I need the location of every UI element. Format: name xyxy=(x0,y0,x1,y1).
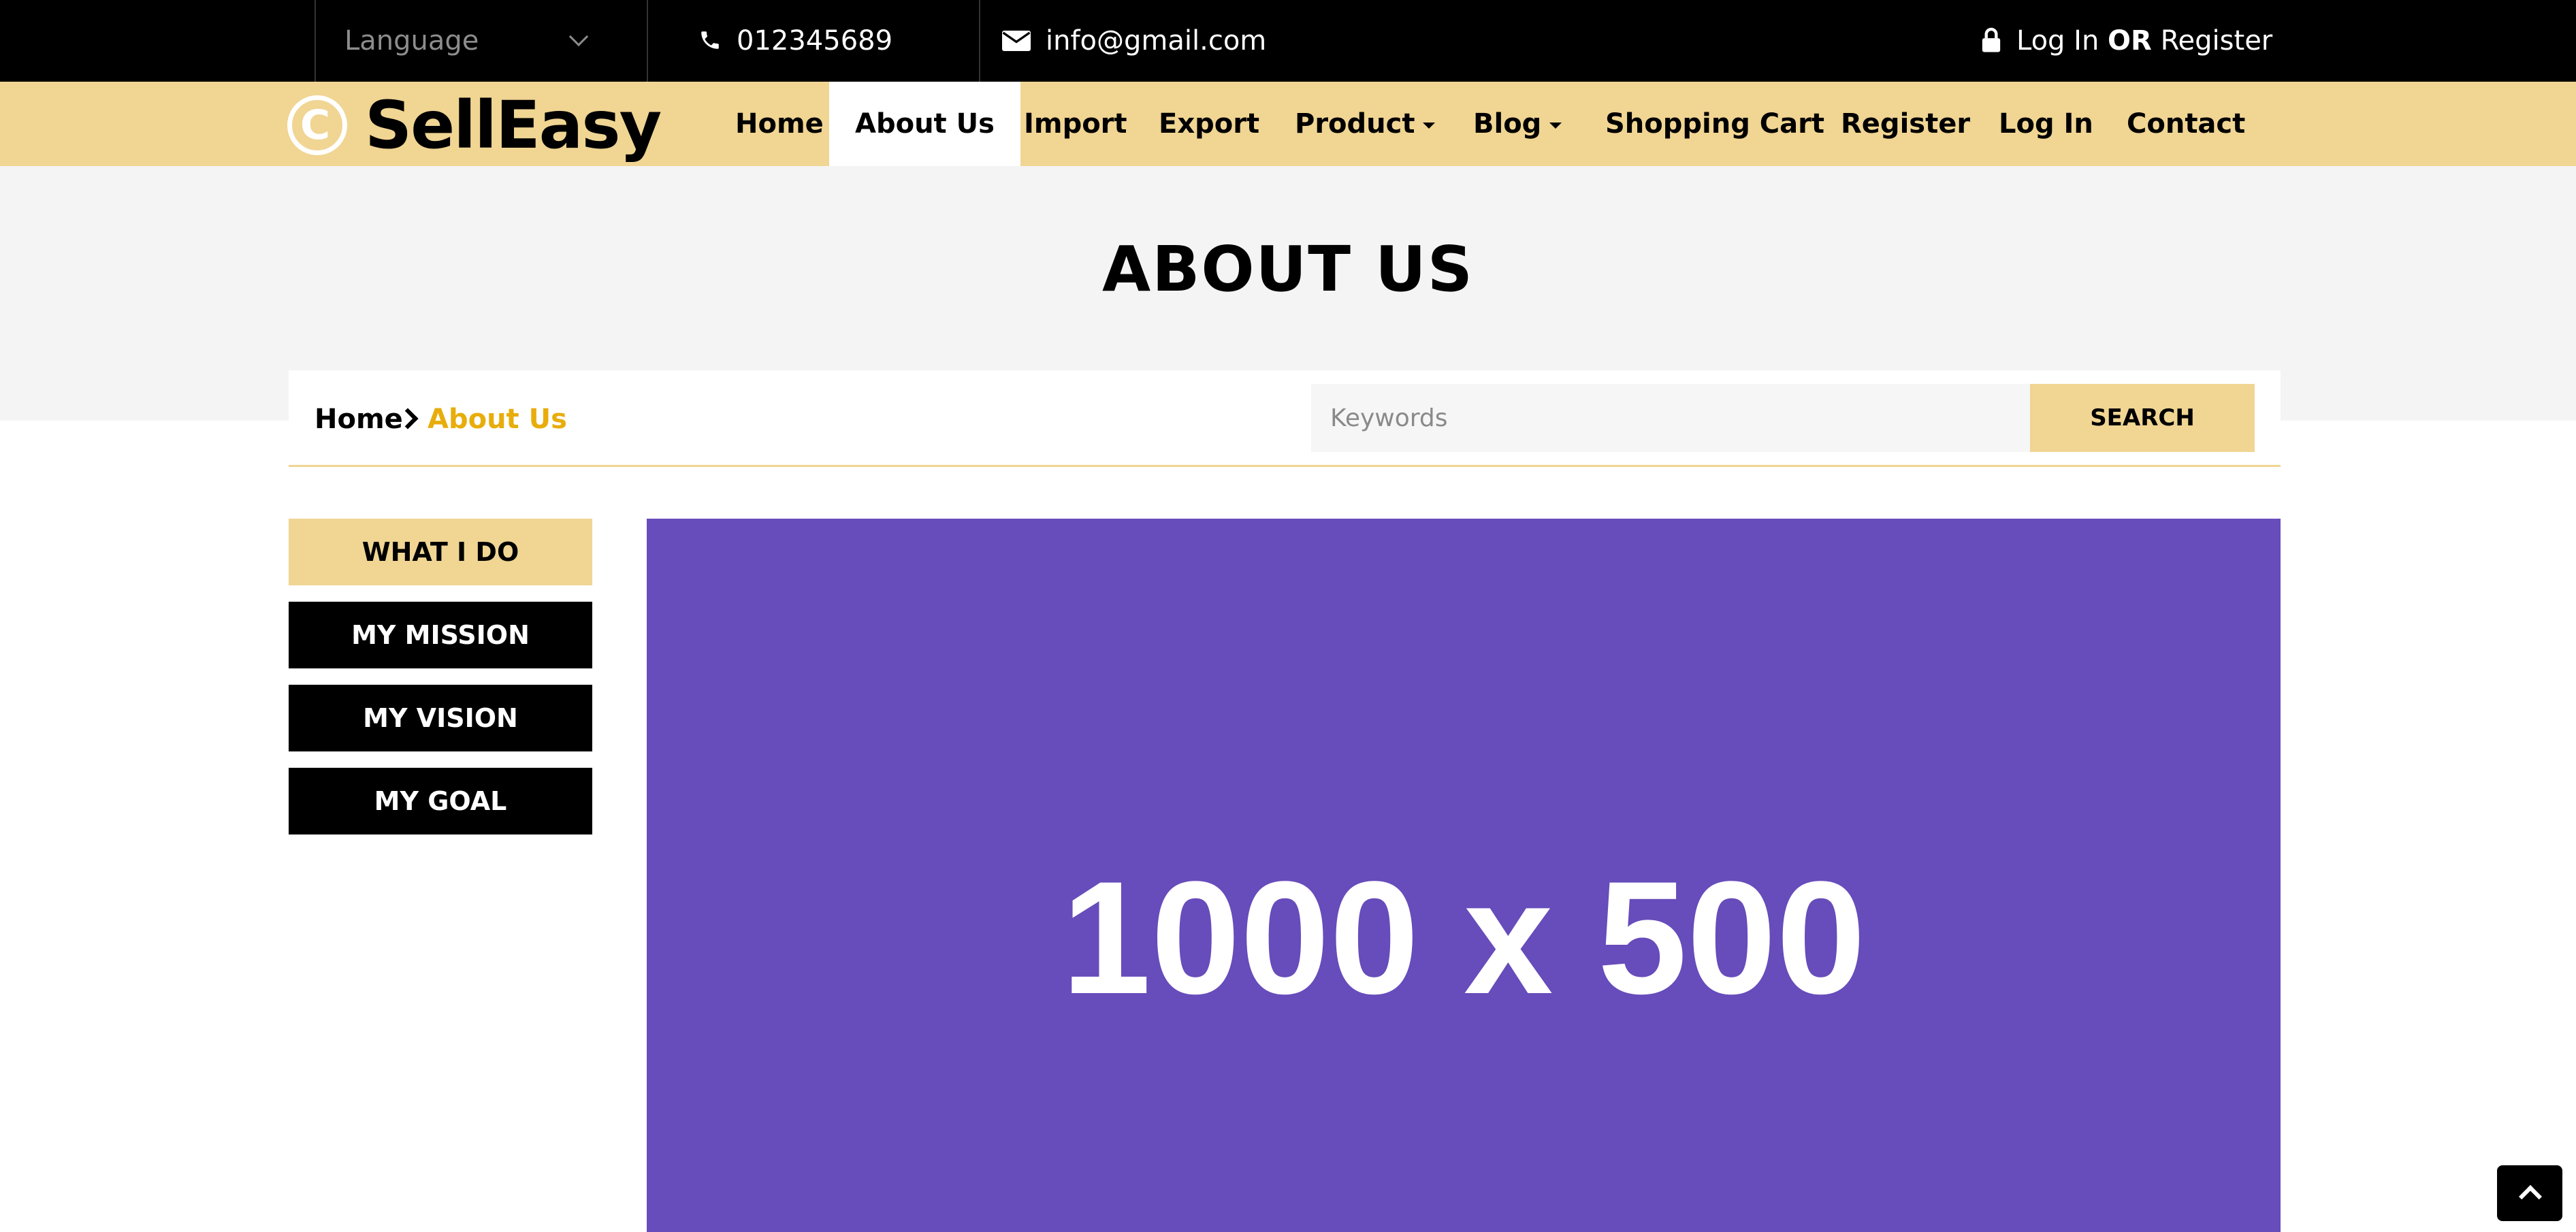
nav-blog-label: Blog xyxy=(1473,108,1542,140)
auth-links: Log In OR Register xyxy=(2016,0,2272,82)
nav-product-label: Product xyxy=(1295,108,1415,140)
auth-or: OR xyxy=(2108,25,2152,56)
top-bar-divider xyxy=(979,0,980,82)
search-input[interactable] xyxy=(1311,384,2030,452)
nav-product[interactable]: Product xyxy=(1295,82,1436,166)
brand-logo[interactable]: SellEasy xyxy=(365,84,662,166)
phone-number[interactable]: 012345689 xyxy=(737,0,892,82)
scroll-to-top-button[interactable] xyxy=(2497,1165,2562,1221)
nav-home[interactable]: Home xyxy=(735,82,824,166)
placeholder-image: 1000 x 500 xyxy=(647,519,2281,1232)
nav-shopping-cart[interactable]: Shopping Cart xyxy=(1605,82,1824,166)
top-bar-divider xyxy=(315,0,316,82)
nav-export[interactable]: Export xyxy=(1159,82,1259,166)
nav-contact[interactable]: Contact xyxy=(2127,82,2245,166)
lock-icon xyxy=(1982,27,2001,52)
nav-log-in[interactable]: Log In xyxy=(1999,82,2093,166)
breadcrumb-home[interactable]: Home xyxy=(315,392,403,447)
register-link[interactable]: Register xyxy=(2161,25,2273,56)
breadcrumb-current: About Us xyxy=(428,404,567,435)
search-button[interactable]: SEARCH xyxy=(2030,384,2255,452)
tab-my-mission[interactable]: MY MISSION xyxy=(289,602,592,668)
login-link[interactable]: Log In xyxy=(2016,25,2099,56)
nav-register[interactable]: Register xyxy=(1841,82,1970,166)
caret-down-icon xyxy=(1423,122,1436,129)
page-title: ABOUT US xyxy=(1102,233,1474,306)
logo-letter: C xyxy=(300,101,331,149)
arrow-up-icon xyxy=(2519,1185,2542,1208)
phone-icon xyxy=(701,31,719,49)
tab-what-i-do[interactable]: WHAT I DO xyxy=(289,519,592,585)
tab-my-goal[interactable]: MY GOAL xyxy=(289,768,592,834)
placeholder-image-label: 1000 x 500 xyxy=(1061,848,1866,1028)
language-select[interactable]: Language xyxy=(344,0,479,82)
tab-my-vision[interactable]: MY VISION xyxy=(289,685,592,751)
caret-down-icon xyxy=(1549,122,1562,129)
nav-blog[interactable]: Blog xyxy=(1473,82,1562,166)
envelope-icon xyxy=(1002,31,1031,51)
top-bar-divider xyxy=(647,0,648,82)
email-address[interactable]: info@gmail.com xyxy=(1046,0,1266,82)
nav-import[interactable]: Import xyxy=(1024,82,1127,166)
nav-about-us[interactable]: About Us xyxy=(829,82,1020,166)
